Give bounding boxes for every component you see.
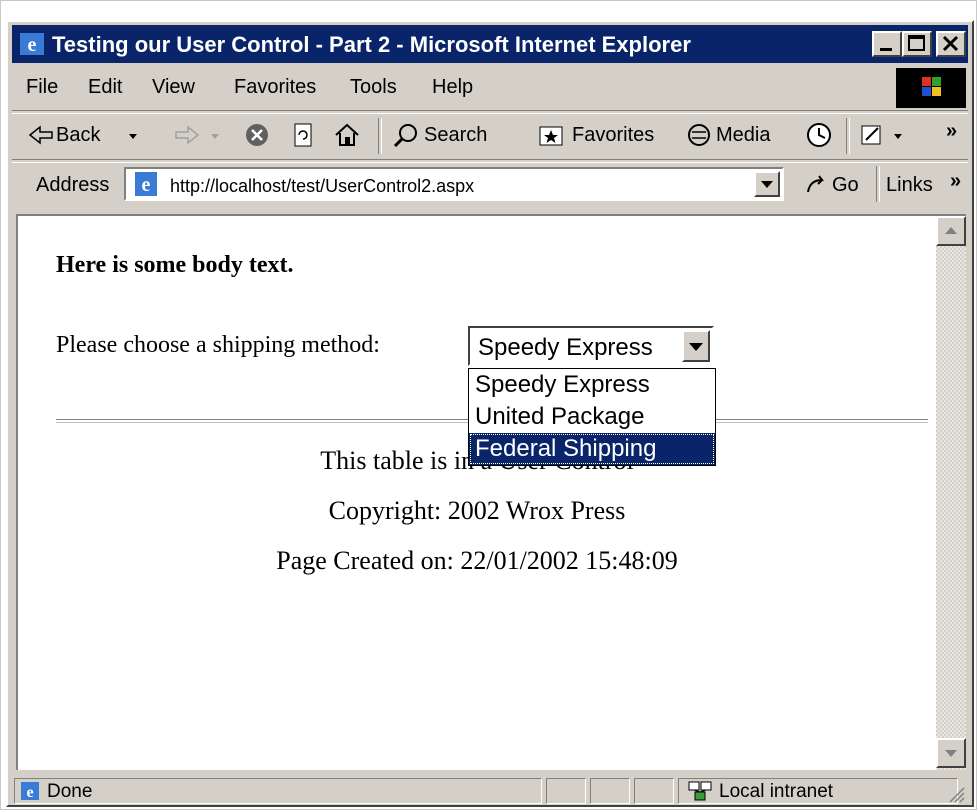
back-label: Back [56, 124, 101, 146]
shipping-method-select[interactable]: Speedy Express [468, 326, 714, 366]
page-content: Here is some body text. Please choose a … [18, 216, 936, 770]
address-bar: Address e http://localhost/test/UserCont… [12, 162, 968, 206]
forward-arrow-icon [175, 125, 200, 145]
svg-text:e: e [28, 34, 37, 56]
page-done-icon: e [21, 782, 39, 801]
scroll-up-icon [945, 227, 957, 234]
scroll-up-button[interactable] [936, 216, 966, 246]
svg-text:e: e [26, 784, 33, 801]
toolbar-separator [846, 118, 850, 154]
address-input[interactable]: e http://localhost/test/UserControl2.asp… [124, 167, 784, 201]
menu-bar: File Edit View Favorites Tools Help [12, 68, 968, 108]
favorites-label: Favorites [572, 124, 655, 146]
address-dropdown-button[interactable] [754, 171, 780, 197]
shipping-method-label: Please choose a shipping method: [56, 332, 380, 358]
windows-logo-icon [896, 68, 966, 108]
shipping-method-dropdown-list: Speedy Express United Package Federal Sh… [468, 368, 716, 466]
menu-tools[interactable]: Tools [350, 76, 397, 99]
ie-logo-icon: e [20, 33, 44, 56]
window-title: Testing our User Control - Part 2 - Micr… [52, 32, 691, 57]
page-created-text: Page Created on: 22/01/2002 15:48:09 [276, 546, 678, 575]
chevron-down-icon [761, 181, 773, 188]
media-label: Media [716, 124, 771, 146]
toolbar-overflow-chevron[interactable]: » [946, 120, 957, 143]
standard-toolbar: Back Search Favorites Media » [12, 114, 968, 158]
history-icon[interactable] [804, 120, 834, 150]
stop-icon[interactable] [242, 120, 272, 150]
favorites-button[interactable]: Favorites [534, 114, 674, 158]
address-separator [876, 166, 880, 202]
minimize-button[interactable] [872, 31, 902, 57]
status-pane [634, 778, 674, 804]
close-icon [942, 35, 959, 52]
scroll-down-button[interactable] [936, 738, 966, 768]
media-icon [688, 124, 710, 146]
scroll-down-icon [945, 750, 957, 757]
home-icon[interactable] [332, 120, 362, 150]
address-url: http://localhost/test/UserControl2.aspx [170, 176, 475, 196]
local-intranet-icon [688, 781, 712, 801]
toolbar-separator [378, 118, 382, 154]
favorites-star-icon [539, 126, 563, 146]
status-text: Done [47, 781, 93, 802]
copyright-text: Copyright: 2002 Wrox Press [328, 496, 626, 525]
chevron-down-icon[interactable] [118, 120, 148, 150]
status-pane [590, 778, 630, 804]
go-button[interactable]: Go [800, 166, 870, 202]
forward-button[interactable] [172, 114, 232, 158]
dropdown-option[interactable]: Speedy Express [469, 369, 715, 401]
svg-text:e: e [142, 174, 151, 196]
minimize-icon [880, 48, 892, 51]
menu-edit[interactable]: Edit [88, 76, 122, 99]
address-label: Address [36, 174, 110, 196]
go-arrow-icon [807, 175, 824, 193]
maximize-button[interactable] [902, 31, 932, 57]
links-overflow-chevron[interactable]: » [950, 170, 961, 193]
menu-view[interactable]: View [152, 76, 195, 99]
search-label: Search [424, 124, 488, 146]
menu-file[interactable]: File [26, 76, 58, 99]
select-dropdown-button[interactable] [682, 330, 710, 362]
page-viewport: Here is some body text. Please choose a … [16, 214, 966, 770]
go-label: Go [832, 174, 859, 196]
mail-icon[interactable] [858, 120, 888, 150]
chevron-down-icon [689, 343, 703, 351]
page-icon: e [135, 172, 157, 196]
status-pane [546, 778, 586, 804]
title-bar[interactable]: e Testing our User Control - Part 2 - Mi… [12, 25, 968, 63]
zone-text: Local intranet [719, 781, 834, 802]
close-button[interactable] [936, 31, 966, 57]
status-bar: e Done Local intranet [12, 776, 968, 804]
maximize-icon [908, 35, 925, 51]
dropdown-option[interactable]: United Package [469, 401, 715, 433]
media-button[interactable]: Media [682, 114, 792, 158]
search-icon [393, 124, 417, 148]
back-arrow-icon [28, 125, 53, 145]
vertical-scrollbar[interactable] [936, 216, 966, 770]
links-label[interactable]: Links [886, 174, 933, 197]
browser-window: e Testing our User Control - Part 2 - Mi… [6, 20, 974, 807]
menu-help[interactable]: Help [432, 76, 473, 99]
dropdown-option-highlighted[interactable]: Federal Shipping [469, 433, 715, 465]
shipping-method-selected: Speedy Express [478, 334, 653, 361]
back-button[interactable]: Back [20, 114, 170, 158]
zone-pane: Local intranet [678, 778, 958, 804]
chevron-down-icon[interactable] [886, 120, 916, 150]
menu-favorites[interactable]: Favorites [234, 76, 316, 99]
page-heading: Here is some body text. [56, 252, 294, 278]
search-button[interactable]: Search [388, 114, 518, 158]
status-main-pane: e Done [14, 778, 542, 804]
chevron-down-icon[interactable] [200, 120, 230, 150]
resize-grip-icon[interactable] [944, 784, 966, 804]
refresh-icon[interactable] [288, 120, 318, 150]
